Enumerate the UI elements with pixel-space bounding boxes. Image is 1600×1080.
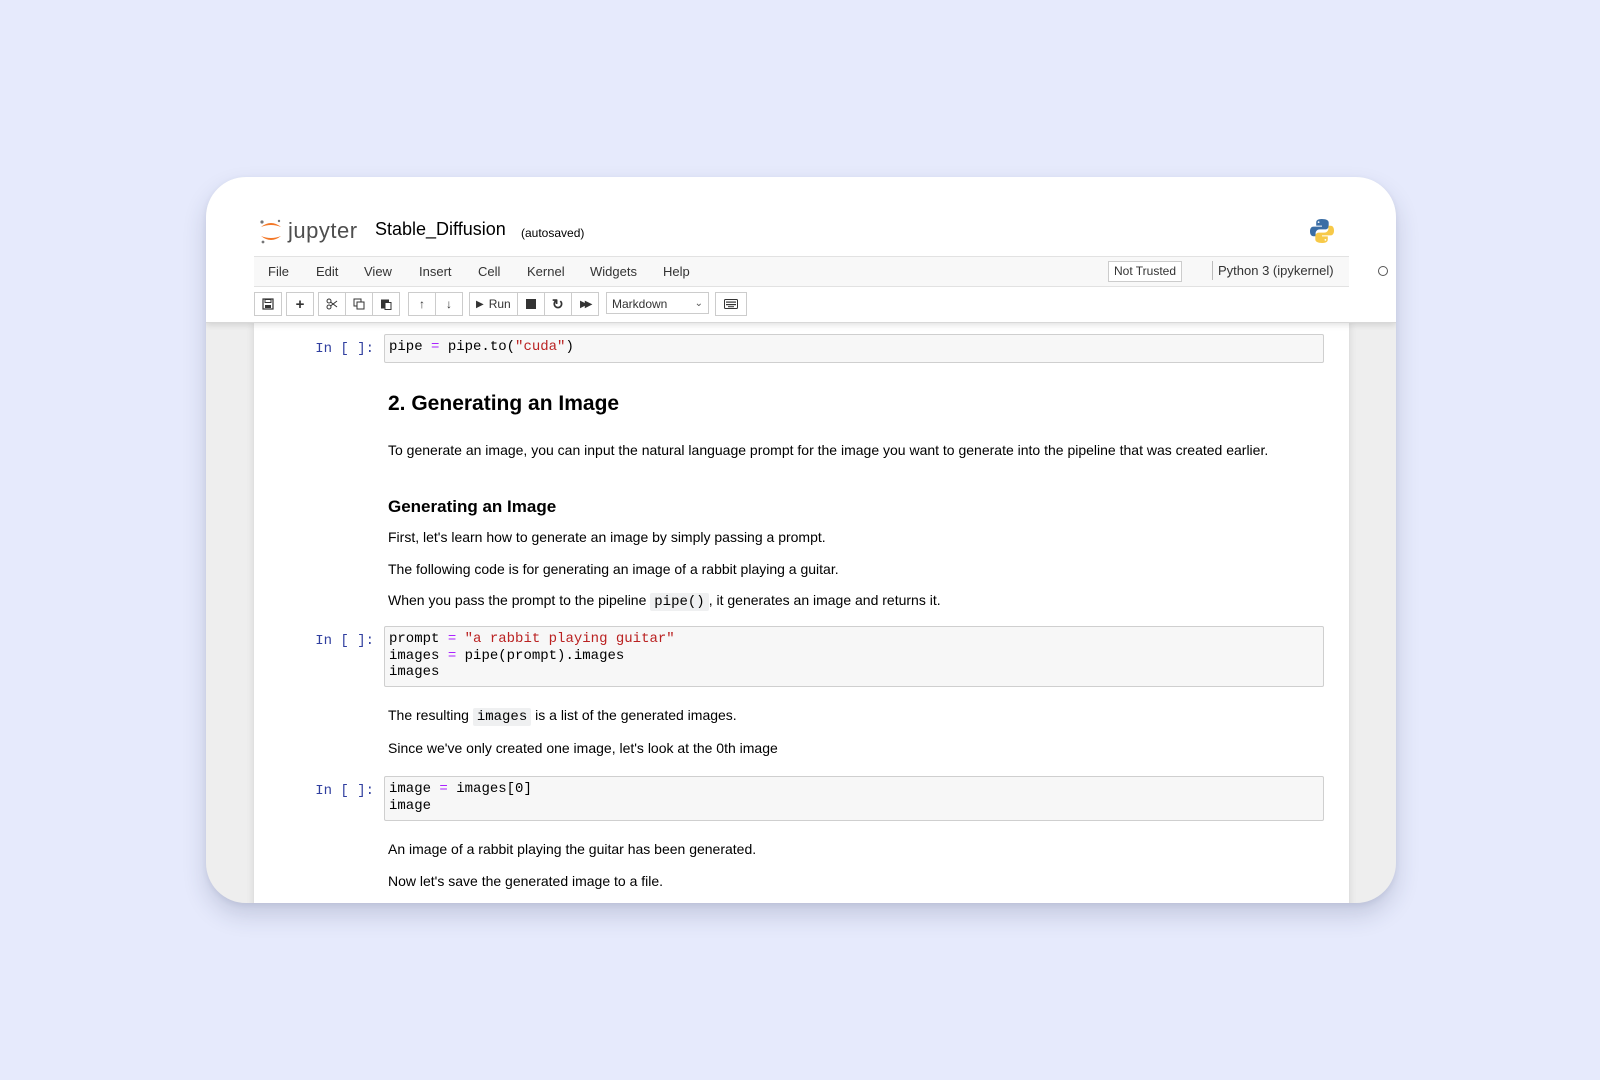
- code-token: image: [389, 781, 432, 797]
- kernel-name[interactable]: Python 3 (ipykernel): [1212, 261, 1334, 280]
- subheading-generating-image: Generating an Image: [388, 497, 557, 516]
- text: is a list of the generated images.: [531, 707, 737, 723]
- code-operator: =: [447, 647, 457, 664]
- restart-button[interactable]: ↻: [543, 292, 572, 316]
- scissors-icon: [326, 298, 338, 310]
- menu-cell[interactable]: Cell: [478, 264, 500, 279]
- menu-kernel[interactable]: Kernel: [527, 264, 565, 279]
- markdown-pass-prompt: When you pass the prompt to the pipeline…: [388, 592, 941, 611]
- markdown-following: The following code is for generating an …: [388, 561, 839, 577]
- code-token: images: [389, 664, 440, 680]
- cell-type-value: Markdown: [612, 297, 668, 311]
- menu-view[interactable]: View: [364, 264, 392, 279]
- code-string: "a rabbit playing guitar": [464, 631, 675, 647]
- trust-status-button[interactable]: Not Trusted: [1108, 261, 1183, 282]
- cut-button[interactable]: [318, 292, 346, 316]
- paste-icon: [381, 299, 392, 310]
- notebook-header: jupyter Stable_Diffusion (autosaved) Fil…: [206, 177, 1396, 323]
- code-cell-2[interactable]: prompt = "a rabbit playing guitar" image…: [384, 626, 1324, 687]
- autosave-status: (autosaved): [521, 226, 585, 240]
- command-palette-button[interactable]: [715, 292, 747, 316]
- inline-code: pipe(): [650, 593, 709, 611]
- code-token: prompt: [389, 631, 440, 647]
- notebook-container: In [ ]: pipe = pipe.to("cuda") 2. Genera…: [254, 322, 1349, 903]
- arrow-up-icon: ↑: [419, 297, 425, 311]
- menu-edit[interactable]: Edit: [316, 264, 338, 279]
- copy-icon: [353, 298, 365, 310]
- paste-button[interactable]: [372, 292, 400, 316]
- toolbar-group-insert: +: [286, 292, 314, 316]
- menu-widgets[interactable]: Widgets: [590, 264, 637, 279]
- plus-icon: +: [295, 295, 305, 313]
- markdown-save: Now let's save the generated image to a …: [388, 873, 664, 889]
- insert-cell-button[interactable]: +: [286, 292, 314, 316]
- toolbar-group-move: ↑ ↓: [408, 292, 463, 316]
- play-icon: ▶: [476, 298, 484, 310]
- run-label: Run: [488, 297, 511, 311]
- restart-icon: ↻: [551, 295, 564, 312]
- cell-prompt: In [ ]:: [315, 633, 374, 649]
- menu-help[interactable]: Help: [663, 264, 690, 279]
- menu-file[interactable]: File: [268, 264, 289, 279]
- code-token: image: [389, 797, 432, 814]
- inline-code: images: [472, 708, 532, 726]
- code-cell-3[interactable]: image = images[0] image: [384, 776, 1324, 821]
- markdown-first: First, let's learn how to generate an im…: [388, 529, 826, 545]
- chevron-down-icon: ⌄: [694, 298, 703, 309]
- code-operator: =: [439, 781, 448, 797]
- keyboard-icon: [724, 299, 738, 309]
- app-window: jupyter Stable_Diffusion (autosaved) Fil…: [206, 177, 1396, 903]
- notebook-title[interactable]: Stable_Diffusion: [375, 219, 506, 240]
- code-string: "cuda": [515, 339, 566, 355]
- code-token: images[0]: [456, 781, 532, 797]
- text: , it generates an image and returns it.: [708, 592, 941, 608]
- heading-generating-image: 2. Generating an Image: [388, 392, 620, 415]
- stop-icon: [525, 299, 536, 309]
- jupyter-logo[interactable]: jupyter: [258, 217, 358, 245]
- code-token: images: [389, 647, 440, 664]
- text: The resulting: [388, 707, 473, 723]
- code-cell-1[interactable]: pipe = pipe.to("cuda"): [384, 334, 1324, 363]
- toolbar-group-run: ▶ Run ↻ ▶▶: [469, 292, 599, 316]
- jupyter-wordmark: jupyter: [288, 218, 358, 243]
- menu-insert[interactable]: Insert: [419, 264, 452, 279]
- move-up-button[interactable]: ↑: [408, 292, 436, 316]
- markdown-since: Since we've only created one image, let'…: [388, 740, 778, 756]
- toolbar-group-palette: [715, 292, 747, 316]
- save-button[interactable]: [254, 292, 282, 316]
- code-token: pipe(prompt).images: [464, 647, 625, 664]
- cell-type-select[interactable]: Markdown ⌄: [606, 292, 709, 314]
- fast-forward-icon: ▶▶: [580, 298, 593, 310]
- kernel-idle-icon: [1378, 266, 1388, 276]
- menu-bar: File Edit View Insert Cell Kernel Widget…: [254, 256, 1388, 287]
- markdown-result: The resulting images is a list of the ge…: [388, 707, 737, 726]
- arrow-down-icon: ↓: [446, 297, 452, 311]
- python-logo-icon: [1308, 217, 1336, 250]
- code-token: ): [565, 339, 574, 355]
- code-operator: =: [431, 339, 440, 355]
- restart-run-all-button[interactable]: ▶▶: [570, 292, 599, 316]
- toolbar-group-clipboard: [318, 292, 400, 316]
- text: When you pass the prompt to the pipeline: [388, 592, 651, 608]
- jupyter-icon: [260, 219, 281, 244]
- save-icon: [262, 298, 274, 310]
- code-token: pipe.to(: [447, 339, 516, 355]
- run-button[interactable]: ▶ Run: [469, 292, 518, 316]
- cell-prompt: In [ ]:: [315, 783, 374, 799]
- markdown-generated: An image of a rabbit playing the guitar …: [388, 841, 757, 857]
- toolbar-group-save: [254, 292, 282, 316]
- code-token: pipe: [389, 339, 423, 355]
- cell-prompt: In [ ]:: [315, 341, 374, 357]
- code-operator: =: [447, 631, 457, 647]
- move-down-button[interactable]: ↓: [435, 292, 463, 316]
- markdown-intro: To generate an image, you can input the …: [388, 442, 1269, 458]
- interrupt-button[interactable]: [516, 292, 545, 316]
- copy-button[interactable]: [345, 292, 373, 316]
